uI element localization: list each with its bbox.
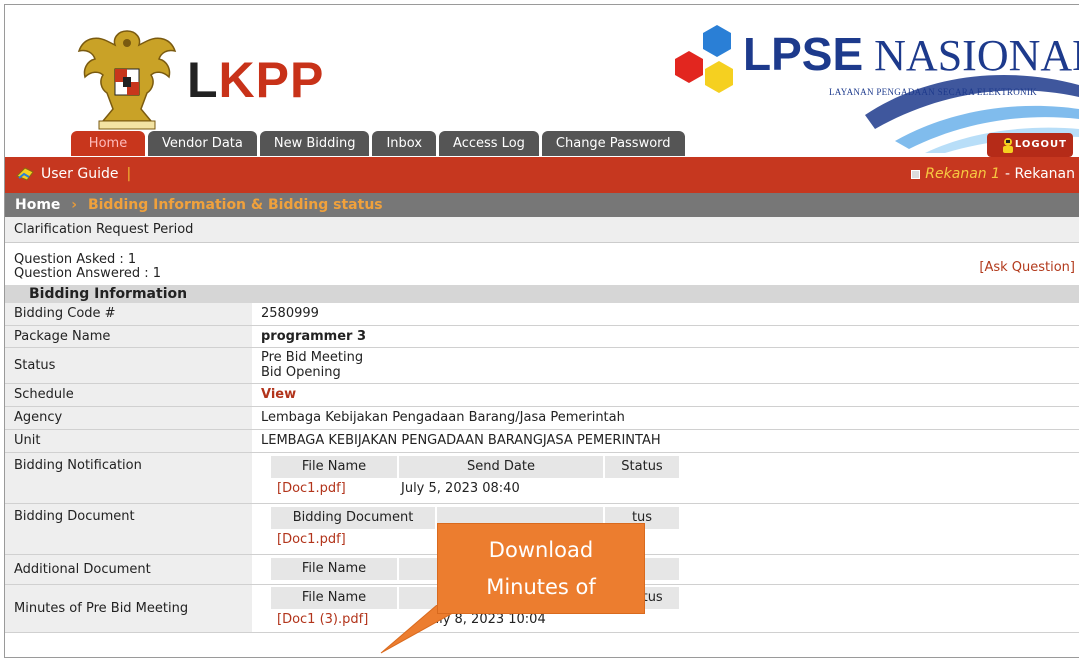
logout-icon	[1003, 138, 1013, 153]
package-name: programmer 3	[252, 325, 1079, 348]
status-line: Bid Opening	[261, 365, 341, 380]
garuda-emblem-icon	[77, 30, 177, 130]
additional-document-header: File Name s	[271, 558, 1070, 580]
lkpp-logo-kpp: KPP	[218, 52, 325, 108]
notification-file-link[interactable]: [Doc1.pdf]	[277, 478, 401, 500]
callout-line: Download	[488, 538, 594, 562]
ask-question-link[interactable]: [Ask Question]	[979, 261, 1075, 275]
clarification-period: Clarification Request Period	[5, 217, 1079, 243]
unit-name: LEMBAGA KEBIJAKAN PENGADAAN BARANGJASA P…	[252, 429, 1079, 453]
table-row: Schedule View	[5, 383, 1079, 407]
field-label: Schedule	[5, 383, 253, 407]
callout-line: Minutes of	[486, 575, 596, 599]
tab-change-password[interactable]: Change Password	[541, 131, 685, 156]
user-role: - Rekanan	[1005, 166, 1075, 182]
user-name: Rekanan 1	[925, 166, 1001, 182]
notification-date: July 5, 2023 08:40	[401, 480, 520, 496]
column-header: Bidding Document	[271, 506, 435, 529]
main-tabs: Home Vendor Data New Bidding Inbox Acces…	[71, 131, 685, 156]
current-user: Rekanan 1 - Rekanan	[911, 166, 1075, 182]
field-label: Bidding Code #	[5, 303, 253, 326]
column-header: File Name	[271, 558, 397, 580]
lpse-text-bold: LPSE	[743, 28, 864, 80]
field-label: Package Name	[5, 325, 253, 348]
questions-answered: Question Answered : 1	[14, 266, 162, 281]
table-row: Package Name programmer 3	[5, 325, 1079, 348]
table-row: Bidding Notification File Name Send Date…	[5, 452, 1079, 504]
agency-name: Lembaga Kebijakan Pengadaan Barang/Jasa …	[252, 406, 1079, 430]
page-frame: LKPP LPSE NASIONAL LAYANAN PENGADAAN SEC…	[4, 4, 1079, 658]
question-stats: Question Asked : 1 Question Answered : 1…	[5, 243, 1079, 285]
lpse-logo-icon	[675, 25, 733, 93]
user-guide-label: User Guide	[41, 166, 119, 182]
table-row: Status Pre Bid Meeting Bid Opening	[5, 347, 1079, 384]
tab-new-bidding[interactable]: New Bidding	[259, 131, 370, 156]
breadcrumb: Home › Bidding Information & Bidding sta…	[5, 193, 1079, 217]
lkpp-logo-l: L	[187, 52, 219, 108]
bidding-document-header: Bidding Document tus	[271, 506, 1070, 529]
logout-label: LOGOUT	[1014, 139, 1067, 150]
table-row: Bidding Code # 2580999	[5, 303, 1079, 326]
bidding-status: Pre Bid Meeting Bid Opening	[252, 347, 1079, 384]
breadcrumb-current: Bidding Information & Bidding status	[87, 197, 383, 213]
breadcrumb-home[interactable]: Home	[15, 197, 60, 213]
field-label: Bidding Document	[5, 503, 253, 555]
column-header: Send Date	[399, 455, 603, 478]
breadcrumb-separator: ›	[71, 197, 78, 213]
toolbar: User Guide | Rekanan 1 - Rekanan	[5, 157, 1079, 193]
column-header: File Name	[271, 455, 397, 478]
tab-inbox[interactable]: Inbox	[372, 131, 437, 156]
header: LKPP LPSE NASIONAL LAYANAN PENGADAAN SEC…	[5, 5, 1079, 157]
user-guide-icon	[16, 167, 34, 181]
field-label: Agency	[5, 406, 253, 430]
schedule-view-link[interactable]: View	[261, 387, 296, 402]
lkpp-logo: LKPP	[187, 51, 324, 109]
field-label: Status	[5, 347, 253, 384]
bidding-document-row: [Doc1.pdf]	[277, 529, 1070, 551]
field-label: Unit	[5, 429, 253, 453]
notification-row: [Doc1.pdf] July 5, 2023 08:40	[277, 478, 1070, 500]
download-callout: Download Minutes of	[437, 523, 645, 614]
toolbar-separator: |	[126, 166, 132, 182]
user-guide-link[interactable]: User Guide |	[15, 166, 131, 182]
questions-asked: Question Asked : 1	[14, 252, 137, 267]
status-line: Pre Bid Meeting	[261, 350, 364, 365]
column-header: Status	[605, 455, 679, 478]
field-label: Additional Document	[5, 554, 253, 585]
bullet-icon	[911, 169, 921, 179]
field-label: Minutes of Pre Bid Meeting	[5, 584, 253, 633]
section-title: Bidding Information	[5, 285, 1079, 303]
table-row: Agency Lembaga Kebijakan Pengadaan Baran…	[5, 406, 1079, 430]
bidding-code: 2580999	[252, 303, 1079, 326]
tab-home[interactable]: Home	[71, 131, 145, 156]
notification-header: File Name Send Date Status	[271, 455, 1070, 478]
tab-vendor-data[interactable]: Vendor Data	[148, 131, 257, 156]
logout-button[interactable]: LOGOUT	[987, 133, 1073, 157]
table-row: Unit LEMBAGA KEBIJAKAN PENGADAAN BARANGJ…	[5, 429, 1079, 453]
field-label: Bidding Notification	[5, 452, 253, 504]
tab-access-log[interactable]: Access Log	[439, 131, 539, 156]
bidding-document-file-link[interactable]: [Doc1.pdf]	[277, 532, 346, 547]
